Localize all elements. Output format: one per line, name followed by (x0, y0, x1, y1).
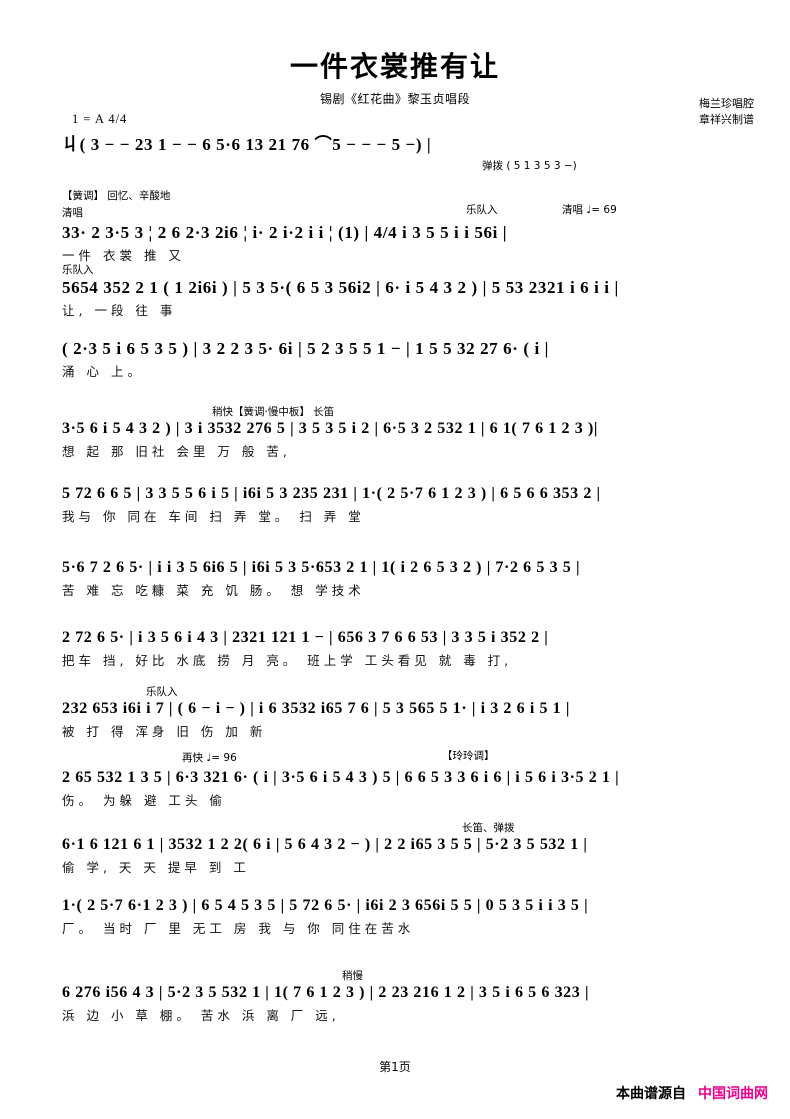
system-3-mark-0: 乐队入 (62, 264, 94, 276)
system-1: 丩( 3 − − 23 1 − − 6 5·6 13 21 76 ⌒5 − − … (62, 136, 778, 173)
system-13: 稍慢 6 276 i56 4 3 | 5·2 3 5 532 1 | 1( 7 … (62, 968, 778, 1024)
system-1-notes: 丩( 3 − − 23 1 − − 6 5·6 13 21 76 ⌒5 − − … (62, 135, 432, 154)
system-3-notes: 5654 352 2 1 ( 1 2i6i ) | 5 3 5·( 6 5 3 … (62, 278, 619, 297)
system-11-lyrics: 偷 学, 天 天 提早 到 工 (62, 860, 250, 875)
music-body: 丩( 3 − − 23 1 − − 6 5·6 13 21 76 ⌒5 − − … (0, 0, 790, 1060)
system-10-mark-0: 再快 ♩= 96 (182, 752, 237, 764)
system-5: 稍快【簧调·慢中板】 长笛 3·5 6 i 5 4 3 2 ) | 3 i 35… (62, 404, 778, 460)
system-10-lyrics: 伤。 为躲 避 工头 偷 (62, 793, 226, 808)
system-12: 1·( 2 5·7 6·1 2 3 ) | 6 5 4 5 3 5 | 5 72… (62, 898, 778, 937)
system-13-notes: 6 276 i56 4 3 | 5·2 3 5 532 1 | 1( 7 6 1… (62, 984, 590, 1001)
system-10-mark-1: 【玲玲调】 (442, 750, 495, 762)
system-7-lyrics: 苦 难 忘 吃糠 菜 充 饥 肠。 想 学技术 (62, 583, 365, 598)
system-2-notes: 33· 2 3·5 3 ¦ 2 6 2·3 2i6 ¦ i· 2 i·2 i i… (62, 223, 508, 242)
system-9-mark-0: 乐队入 (146, 686, 178, 698)
source-prefix: 本曲谱源自 (616, 1086, 686, 1102)
system-5-notes: 3·5 6 i 5 4 3 2 ) | 3 i 3532 276 5 | 3 5… (62, 420, 599, 437)
source-site-link[interactable]: 中国词曲网 (698, 1086, 768, 1102)
system-4-notes: ( 2·3 5 i 6 5 3 5 ) | 3 2 2 3 5· 6i | 5 … (62, 339, 549, 358)
system-7: 5·6 7 2 6 5· | i i 3 5 6i6 5 | i6i 5 3 5… (62, 560, 778, 599)
system-12-lyrics: 厂。 当时 厂 里 无工 房 我 与 你 同住在苦水 (62, 921, 415, 936)
system-12-notes: 1·( 2 5·7 6·1 2 3 ) | 6 5 4 5 3 5 | 5 72… (62, 897, 589, 914)
system-6-lyrics: 我与 你 同在 车间 扫 弄 堂。 扫 弄 堂 (62, 509, 365, 524)
source-attribution: 本曲谱源自 中国词曲网 (616, 1083, 768, 1103)
system-8-lyrics: 把车 挡, 好比 水底 捞 月 亮。 班上学 工头看见 就 毒 打, (62, 653, 513, 668)
system-2-mark-3: 清唱 ♩= 69 (562, 204, 617, 216)
system-5-lyrics: 想 起 那 旧社 会里 万 般 苦, (62, 444, 291, 459)
system-13-lyrics: 浜 边 小 草 棚。 苦水 浜 离 厂 远, (62, 1008, 340, 1023)
system-2-mark-0: 【簧调】 回忆、辛酸地 (62, 190, 171, 202)
system-11-mark-0: 长笛、弹拨 (462, 822, 515, 834)
system-11: 长笛、弹拨 6·1 6 121 6 1 | 3532 1 2 2( 6 i | … (62, 820, 778, 876)
system-3-lyrics: 让, 一段 往 事 (62, 303, 177, 318)
system-2-mark-2: 乐队入 (466, 204, 498, 216)
system-7-notes: 5·6 7 2 6 5· | i i 3 5 6i6 5 | i6i 5 3 5… (62, 559, 581, 576)
system-3: 乐队入 5654 352 2 1 ( 1 2i6i ) | 5 3 5·( 6 … (62, 262, 778, 319)
system-9-notes: 232 653 i6i i 7 | ( 6 − i − ) | i 6 3532… (62, 700, 571, 717)
system-10: 再快 ♩= 96 【玲玲调】 2 65 532 1 3 5 | 6·3 321 … (62, 748, 778, 809)
system-9-lyrics: 被 打 得 浑身 旧 伤 加 新 (62, 724, 267, 739)
system-10-notes: 2 65 532 1 3 5 | 6·3 321 6· ( i | 3·5 6 … (62, 769, 620, 786)
sheet-music-page: 一件衣裳推有让 锡剧《红花曲》黎玉贞唱段 梅兰珍唱腔 章祥兴制谱 1 = A 4… (0, 0, 790, 1119)
system-11-notes: 6·1 6 121 6 1 | 3532 1 2 2( 6 i | 5 6 4 … (62, 836, 588, 853)
system-4: ( 2·3 5 i 6 5 3 5 ) | 3 2 2 3 5· 6i | 5 … (62, 340, 778, 380)
system-6-notes: 5 72 6 6 5 | 3 3 5 5 6 i 5 | i6i 5 3 235… (62, 485, 601, 502)
system-4-lyrics: 涌 心 上。 (62, 364, 144, 379)
system-13-mark-0: 稍慢 (342, 970, 363, 982)
system-8: 2 72 6 5· | i 3 5 6 i 4 3 | 2321 121 1 −… (62, 630, 778, 669)
system-9: 乐队入 232 653 i6i i 7 | ( 6 − i − ) | i 6 … (62, 684, 778, 740)
system-2-mark-1: 清唱 (62, 207, 83, 219)
page-number: 第1页 (379, 1060, 411, 1074)
system-5-mark-0: 稍快【簧调·慢中板】 长笛 (212, 406, 335, 418)
system-1-accompaniment: 弹拨 ( 5 1 3 5 3 −) (482, 160, 577, 172)
system-8-notes: 2 72 6 5· | i 3 5 6 i 4 3 | 2321 121 1 −… (62, 629, 549, 646)
system-2: 【簧调】 回忆、辛酸地 清唱 乐队入 清唱 ♩= 69 33· 2 3·5 3 … (62, 188, 778, 264)
system-6: 5 72 6 6 5 | 3 3 5 5 6 i 5 | i6i 5 3 235… (62, 486, 778, 525)
